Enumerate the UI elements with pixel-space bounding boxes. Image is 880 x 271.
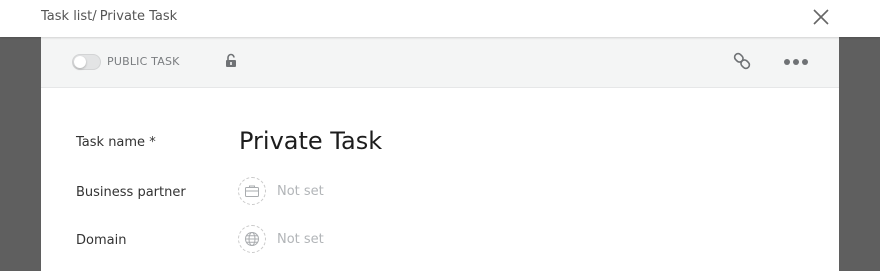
breadcrumb-separator: / (92, 9, 97, 24)
breadcrumb-parent[interactable]: Task list (41, 9, 92, 24)
domain-row: Domain Not set (41, 225, 839, 263)
business-partner-value[interactable]: Not set (277, 184, 324, 199)
modal-backdrop-left[interactable] (0, 37, 41, 271)
business-partner-label: Business partner (76, 185, 186, 200)
modal-header: PUBLIC TASK (41, 37, 839, 88)
lock-icon (226, 53, 236, 67)
link-icon[interactable] (733, 51, 751, 71)
globe-icon (245, 232, 259, 246)
task-name-value[interactable]: Private Task (239, 127, 382, 155)
task-modal: PUBLIC TASK Task name * Private Task Bus… (41, 37, 839, 271)
business-partner-row: Business partner Not set (41, 177, 839, 215)
domain-value[interactable]: Not set (277, 232, 324, 247)
task-name-row: Task name * Private Task (41, 127, 839, 165)
top-bar: Task list/Private Task (0, 0, 880, 37)
domain-picker[interactable] (238, 225, 266, 253)
breadcrumb-current: Private Task (99, 9, 178, 24)
task-name-label: Task name * (76, 135, 156, 150)
domain-label: Domain (76, 233, 127, 248)
breadcrumb: Task list/Private Task (41, 9, 177, 24)
more-options-icon[interactable] (783, 58, 809, 66)
toggle-knob (74, 56, 86, 68)
business-partner-picker[interactable] (238, 177, 266, 205)
public-task-toggle[interactable] (72, 54, 101, 70)
public-task-label: PUBLIC TASK (107, 55, 180, 68)
modal-backdrop-right[interactable] (839, 37, 880, 271)
briefcase-icon (245, 185, 259, 197)
close-button[interactable] (810, 6, 832, 28)
close-icon (813, 9, 829, 25)
